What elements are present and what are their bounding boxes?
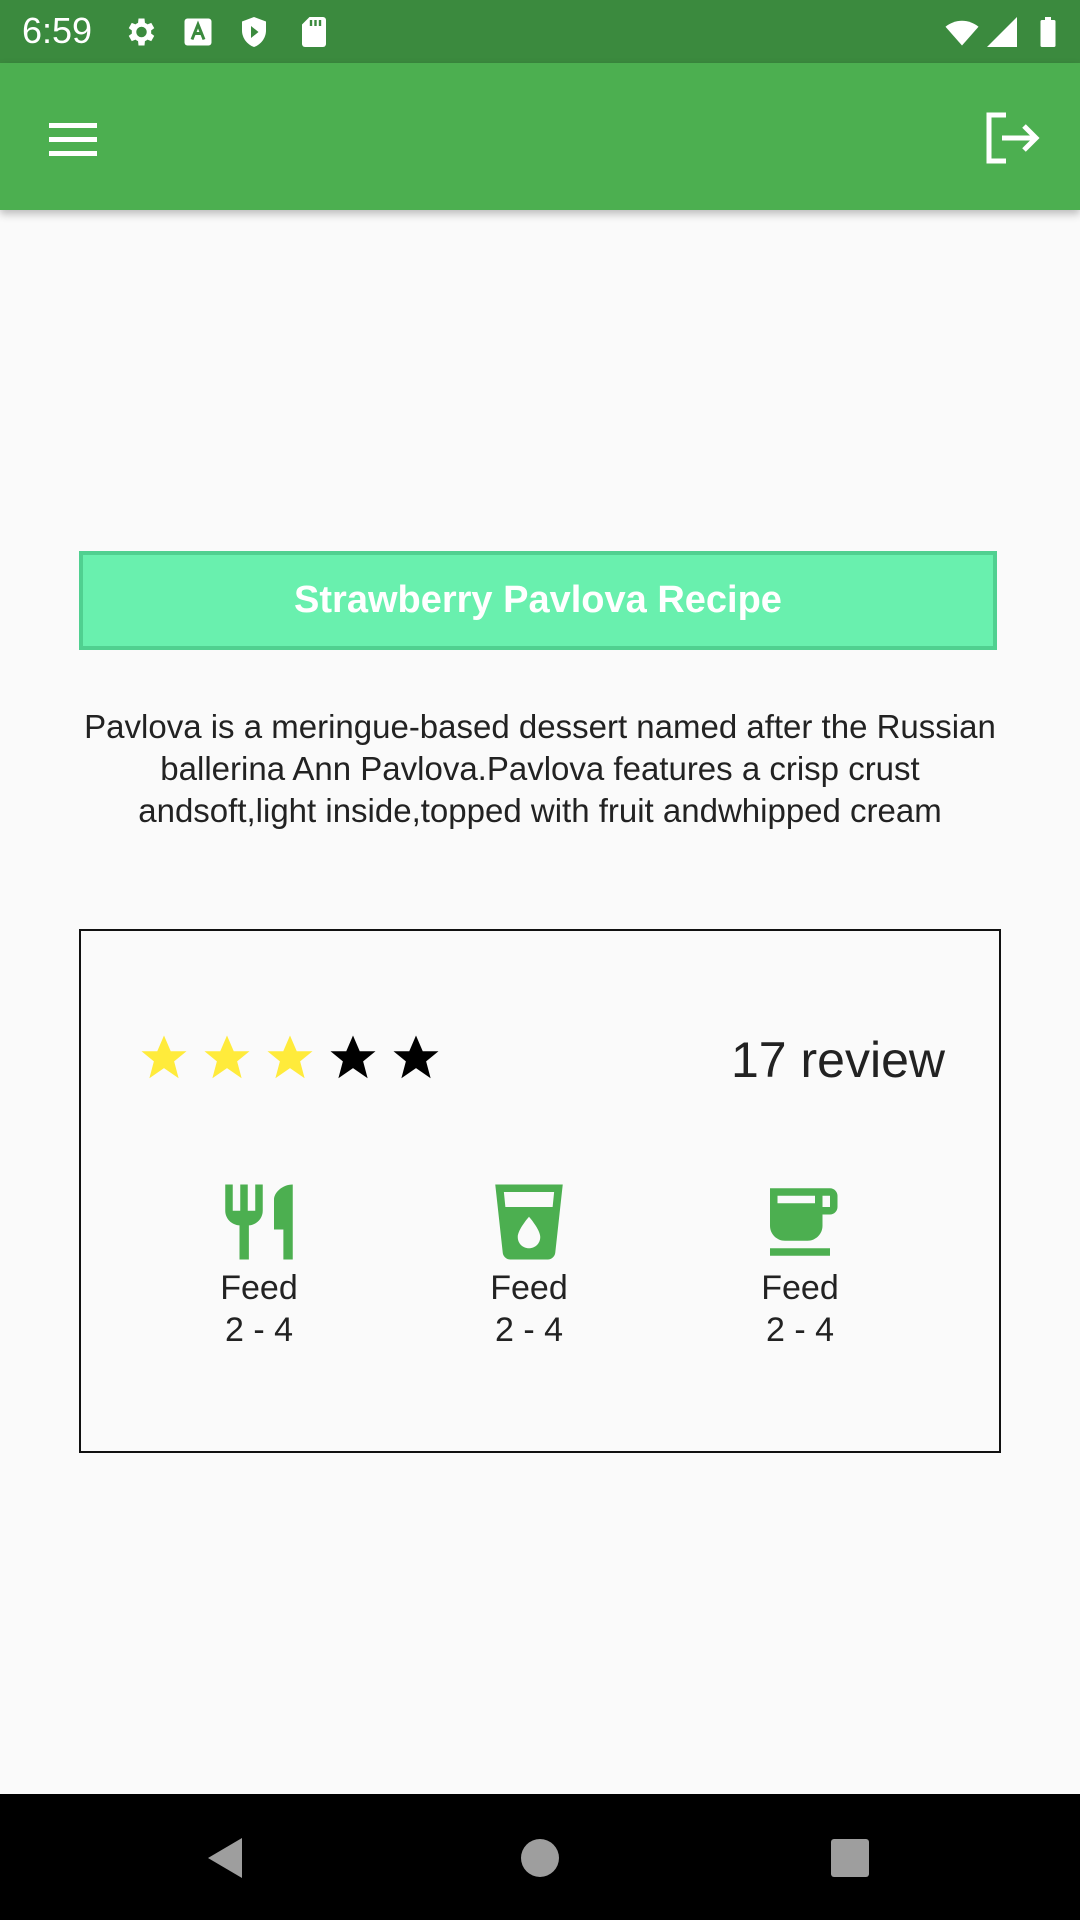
recents-icon[interactable]	[822, 1830, 878, 1886]
battery-icon	[1040, 17, 1056, 47]
settings-icon	[128, 18, 155, 46]
recipe-info-card: 17 review Feed 2 - 4 Feed 2 - 4 Feed 2 -…	[79, 929, 1001, 1453]
logout-icon[interactable]	[976, 103, 1046, 173]
recipe-title-box: Strawberry Pavlova Recipe	[79, 551, 997, 650]
star-empty-icon	[393, 1035, 439, 1079]
review-count: 17 review	[731, 1032, 945, 1088]
restaurant-icon	[225, 1184, 293, 1260]
status-time: 6:59	[22, 10, 93, 51]
feature-item: Feed 2 - 4	[439, 1177, 619, 1351]
wifi-icon	[945, 20, 979, 46]
status-bar: 6:59	[0, 0, 1080, 63]
drink-icon	[495, 1184, 563, 1260]
recipe-description: Pavlova is a meringue-based dessert name…	[84, 708, 996, 829]
feature-value: 2 - 4	[494, 1311, 564, 1349]
feature-label: Feed	[761, 1269, 839, 1307]
feature-value: 2 - 4	[765, 1311, 835, 1349]
feature-item: Feed 2 - 4	[169, 1177, 349, 1351]
menu-icon[interactable]	[38, 105, 108, 175]
signal-icon	[987, 17, 1017, 47]
star-empty-icon	[330, 1035, 376, 1079]
shield-play-icon	[242, 17, 266, 47]
sd-card-icon	[302, 17, 326, 47]
home-icon[interactable]	[512, 1830, 568, 1886]
feature-label: Feed	[490, 1269, 568, 1307]
feature-value: 2 - 4	[224, 1311, 294, 1349]
back-icon[interactable]	[198, 1830, 254, 1886]
recipe-title: Strawberry Pavlova Recipe	[294, 579, 782, 621]
star-filled-icon	[267, 1035, 313, 1079]
app-bar	[0, 63, 1080, 210]
star-filled-icon	[141, 1035, 187, 1079]
rating-stars	[137, 1031, 452, 1085]
a-icon	[184, 18, 212, 46]
navigation-bar	[0, 1794, 1080, 1920]
feature-item: Feed 2 - 4	[710, 1177, 890, 1351]
coffee-icon	[770, 1188, 838, 1256]
star-filled-icon	[204, 1035, 250, 1079]
feature-label: Feed	[220, 1269, 298, 1307]
